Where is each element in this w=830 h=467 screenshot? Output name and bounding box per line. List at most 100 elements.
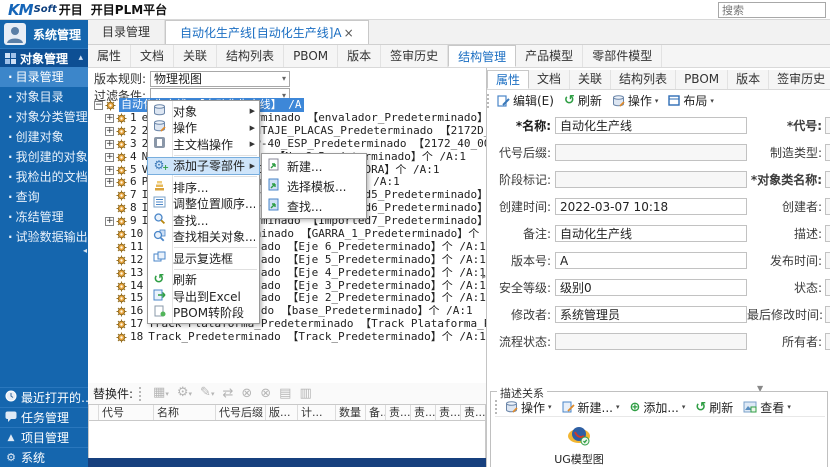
- tab-part-model[interactable]: 零部件模型: [583, 45, 662, 67]
- code-field[interactable]: [825, 117, 830, 134]
- expand-box-icon[interactable]: +: [105, 114, 114, 123]
- menu-item-reorder[interactable]: 调整位置顺序...: [148, 196, 259, 213]
- sidebar-item-catalog-mgmt[interactable]: 目录管理: [0, 67, 88, 87]
- menu-item-sort[interactable]: 排序...: [148, 179, 259, 196]
- code-suffix-field[interactable]: [555, 144, 747, 161]
- sidebar-item-query[interactable]: 查询: [0, 187, 88, 207]
- table-header-qty[interactable]: 数量: [336, 405, 366, 420]
- edit-menu-icon[interactable]: ✎▾: [200, 386, 214, 401]
- sidebar-group-object-mgmt[interactable]: 对象管理 ▴: [0, 48, 88, 67]
- relation-item-ug-model[interactable]: UG模型图: [549, 424, 609, 467]
- table-header-name[interactable]: 名称: [154, 405, 216, 420]
- sidebar-item-test-data[interactable]: 试验数据输出…: [0, 227, 88, 247]
- table-header-version[interactable]: 版...: [266, 405, 298, 420]
- collapse-up-icon[interactable]: ▴: [78, 53, 83, 63]
- operate-button[interactable]: 操作 ▾: [612, 92, 659, 109]
- sidebar-item-freeze-mgmt[interactable]: 冻结管理: [0, 207, 88, 227]
- rtab-pbom[interactable]: PBOM: [676, 70, 728, 89]
- tab-documents[interactable]: 文档: [131, 45, 174, 67]
- sidebar-item-project-mgmt[interactable]: ▲ 项目管理: [0, 427, 88, 447]
- swap-icon[interactable]: ⇄: [222, 387, 233, 401]
- layout-button[interactable]: 布局 ▾: [668, 92, 714, 109]
- relation-add-button[interactable]: ⊕ 添加... ▾: [630, 399, 686, 416]
- remark-field[interactable]: 自动化生产线: [555, 225, 747, 242]
- expand-box-icon[interactable]: +: [105, 140, 114, 149]
- menu-item-find-related[interactable]: 查找相关对象...: [148, 229, 259, 246]
- search-input[interactable]: [718, 2, 826, 18]
- sidebar-item-my-created[interactable]: 我创建的对象: [0, 147, 88, 167]
- menu-item-pbom-stage[interactable]: PBOM转阶段: [148, 305, 259, 322]
- relation-refresh-button[interactable]: ↺ 刷新: [695, 399, 733, 416]
- tab-approval-history[interactable]: 签审历史: [381, 45, 448, 67]
- tab-product-model[interactable]: 产品模型: [516, 45, 583, 67]
- submenu-item-new[interactable]: 新建...: [262, 156, 366, 176]
- rtab-versions[interactable]: 版本: [728, 70, 769, 89]
- sidebar-item-system[interactable]: ⚙ 系统: [0, 447, 88, 467]
- security-level-field[interactable]: 级别0: [555, 279, 747, 296]
- stage-mark-field[interactable]: [555, 171, 747, 188]
- rtab-approval-history[interactable]: 签审历史: [769, 70, 830, 89]
- rtab-attributes[interactable]: 属性: [487, 70, 529, 89]
- table-header-suffix[interactable]: 代号后缀: [216, 405, 266, 420]
- menu-item-show-checkbox[interactable]: 显示复选框: [148, 250, 259, 267]
- remove-icon[interactable]: ⊗: [241, 387, 252, 401]
- menu-item-main-doc[interactable]: 主文档操作 ▶: [148, 136, 259, 153]
- creator-field[interactable]: [825, 198, 830, 215]
- tab-attributes[interactable]: 属性: [88, 45, 131, 67]
- sidebar-item-recent[interactable]: 最近打开的… ▾: [0, 387, 88, 407]
- modifier-field[interactable]: 系统管理员: [555, 306, 747, 323]
- mfg-type-field[interactable]: [825, 144, 830, 161]
- status-field[interactable]: [825, 279, 830, 296]
- tab-pbom[interactable]: PBOM: [284, 45, 338, 67]
- tab-structure-mgmt[interactable]: 结构管理: [448, 45, 516, 67]
- relation-operate-button[interactable]: 操作 ▾: [505, 399, 552, 416]
- collapse-box-icon[interactable]: −: [94, 101, 103, 110]
- table-header-extra[interactable]: 责...: [411, 405, 436, 420]
- refresh-button[interactable]: ↺ 刷新: [564, 92, 602, 109]
- sidebar-item-my-checkout[interactable]: 我检出的文档: [0, 167, 88, 187]
- version-rule-select[interactable]: 物理视图 ▾: [150, 71, 290, 87]
- menu-item-operate[interactable]: 操作 ▶: [148, 120, 259, 137]
- sidebar-item-object-classify[interactable]: 对象分类管理: [0, 107, 88, 127]
- user-row[interactable]: 系统管理: [0, 20, 88, 48]
- relation-view-button[interactable]: 查看 ▾: [743, 399, 791, 416]
- rtab-documents[interactable]: 文档: [529, 70, 570, 89]
- menu-item-find[interactable]: 查找...: [148, 212, 259, 229]
- copy-icon[interactable]: ▤: [279, 387, 291, 401]
- edit-button[interactable]: 编辑(E): [497, 92, 554, 109]
- process-status-field[interactable]: [555, 333, 747, 350]
- submenu-item-find[interactable]: 查找...: [262, 196, 366, 216]
- version-field[interactable]: A: [555, 252, 747, 269]
- add-object-icon[interactable]: ▦▾: [153, 386, 169, 401]
- sidebar-item-create-object[interactable]: 创建对象: [0, 127, 88, 147]
- expand-box-icon[interactable]: +: [105, 153, 114, 162]
- tab-versions[interactable]: 版本: [338, 45, 381, 67]
- table-header-unit[interactable]: 计...: [298, 405, 336, 420]
- paste-icon[interactable]: ▥: [299, 387, 311, 401]
- expand-box-icon[interactable]: +: [105, 127, 114, 136]
- menu-item-refresh[interactable]: ↺ 刷新: [148, 272, 259, 289]
- tab-catalog-mgmt[interactable]: 目录管理: [88, 20, 165, 44]
- table-header-remark[interactable]: 备...: [366, 405, 386, 420]
- gear-menu-icon[interactable]: ⚙▾: [177, 386, 192, 401]
- menu-item-export-excel[interactable]: 导出到Excel: [148, 288, 259, 305]
- last-modified-field[interactable]: [825, 306, 830, 323]
- tab-relations[interactable]: 关联: [174, 45, 217, 67]
- expand-box-icon[interactable]: +: [105, 178, 114, 187]
- rtab-structure-list[interactable]: 结构列表: [611, 70, 676, 89]
- tab-production-line[interactable]: 自动化生产线[自动化生产线]A×: [165, 20, 369, 44]
- relation-new-button[interactable]: 新建... ▾: [562, 399, 620, 416]
- tab-structure-list[interactable]: 结构列表: [217, 45, 284, 67]
- name-field[interactable]: 自动化生产线: [555, 117, 747, 134]
- rtab-relations[interactable]: 关联: [570, 70, 611, 89]
- expand-box-icon[interactable]: +: [105, 217, 114, 226]
- table-header-extra[interactable]: 责...: [386, 405, 411, 420]
- table-header-extra[interactable]: 责...: [436, 405, 461, 420]
- remove-icon[interactable]: ⊗: [260, 387, 271, 401]
- create-time-field[interactable]: 2022-03-07 10:18: [555, 198, 747, 215]
- tree-row[interactable]: 18Track_Predeterminado 【Track_Predetermi…: [88, 331, 486, 344]
- object-class-field[interactable]: [825, 171, 830, 188]
- description-field[interactable]: [825, 225, 830, 242]
- table-header-code[interactable]: 代号: [99, 405, 154, 420]
- sidebar-item-object-catalog[interactable]: 对象目录: [0, 87, 88, 107]
